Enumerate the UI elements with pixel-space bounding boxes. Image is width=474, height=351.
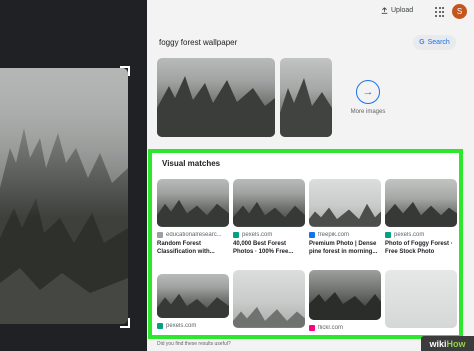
feedback-text: Did you find these results useful? <box>157 341 231 347</box>
pexels-favicon-icon <box>385 232 391 238</box>
match-card-5[interactable]: pexels.com <box>157 274 229 329</box>
match-image-3 <box>309 179 381 227</box>
match-image-1 <box>157 179 229 227</box>
match-title-4: Photo of Foggy Forest · Free Stock Photo <box>385 241 453 255</box>
visual-matches-title: Visual matches <box>162 159 221 168</box>
match-title-2: 40,000 Best Forest Photos · 100% Free... <box>233 241 294 255</box>
default-favicon-icon <box>157 232 163 238</box>
google-g-icon: G <box>419 39 425 46</box>
upload-button[interactable]: Upload <box>381 7 413 14</box>
related-image-1[interactable] <box>157 58 275 137</box>
wikihow-watermark: wiki How <box>421 336 474 351</box>
viewer-header <box>0 0 147 26</box>
freepik-favicon-icon <box>309 232 315 238</box>
match-source-2: pexels.com <box>233 232 305 238</box>
match-source-7: flickr.com <box>309 325 381 331</box>
crop-handle-top-right[interactable] <box>120 66 130 76</box>
pexels-favicon-icon <box>157 323 163 329</box>
match-card-1[interactable]: educationalresearc... Random Forest Clas… <box>157 179 229 256</box>
match-source-4: pexels.com <box>385 232 457 238</box>
upload-icon <box>381 7 388 14</box>
match-card-4[interactable]: pexels.com Photo of Foggy Forest · Free … <box>385 179 457 256</box>
match-source-1: educationalresearc... <box>157 232 229 238</box>
match-card-7[interactable]: flickr.com <box>309 270 381 331</box>
match-card-6[interactable] <box>233 270 305 328</box>
match-card-8[interactable] <box>385 270 457 328</box>
more-images-button[interactable]: → More images <box>349 80 387 115</box>
top-bar: Upload S <box>0 0 474 26</box>
match-source-5: pexels.com <box>157 323 229 329</box>
match-image-6 <box>233 270 305 328</box>
pexels-favicon-icon <box>233 232 239 238</box>
match-image-7 <box>309 270 381 320</box>
match-image-4 <box>385 179 457 227</box>
image-viewer <box>0 26 147 351</box>
match-image-5 <box>157 274 229 318</box>
more-images-label: More images <box>350 109 386 115</box>
match-image-2 <box>233 179 305 227</box>
match-title-1: Random Forest Classification with... <box>157 241 215 255</box>
match-source-3: freepik.com <box>309 232 381 238</box>
apps-grid-icon[interactable] <box>435 7 445 17</box>
match-title-3: Premium Photo | Dense pine forest in mor… <box>309 241 378 255</box>
visual-matches-section: Visual matches educationalresearc... Ran… <box>148 149 463 339</box>
crop-handle-bottom-right[interactable] <box>120 318 130 328</box>
search-query: foggy forest wallpaper <box>159 38 238 47</box>
related-image-2[interactable] <box>280 58 332 137</box>
match-image-8 <box>385 270 457 328</box>
avatar[interactable]: S <box>452 4 467 19</box>
uploaded-image <box>0 68 128 324</box>
flickr-favicon-icon <box>309 325 315 331</box>
upload-label: Upload <box>391 7 414 14</box>
search-button[interactable]: G Search <box>413 35 456 50</box>
foggy-forest-image <box>0 68 128 324</box>
match-card-3[interactable]: freepik.com Premium Photo | Dense pine f… <box>309 179 381 256</box>
match-card-2[interactable]: pexels.com 40,000 Best Forest Photos · 1… <box>233 179 305 256</box>
search-button-label: Search <box>427 39 450 46</box>
feedback-prompt[interactable]: Did you find these results useful? <box>157 341 231 347</box>
arrow-right-icon: → <box>356 80 380 104</box>
